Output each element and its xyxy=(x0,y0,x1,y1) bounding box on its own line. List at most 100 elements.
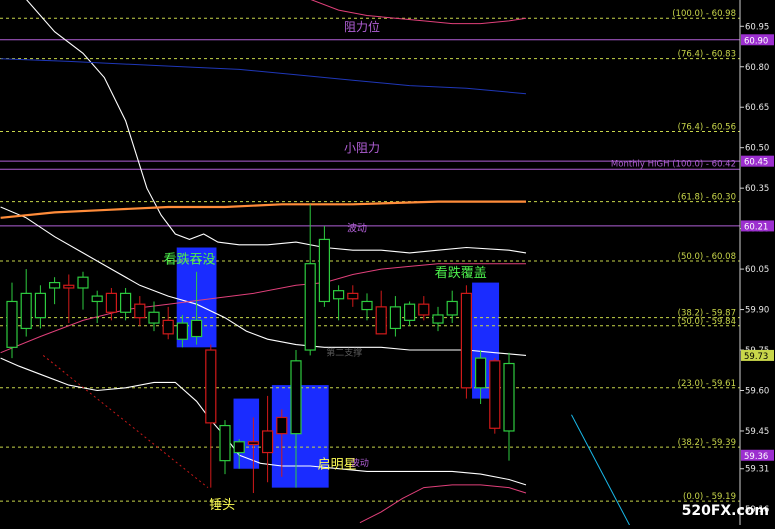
candle-body xyxy=(446,300,458,316)
candle-body xyxy=(460,292,472,389)
candle xyxy=(134,296,146,326)
price-axis-bg xyxy=(740,0,775,525)
current-price-tag-text: 59.73 xyxy=(744,352,768,362)
candle-body xyxy=(191,319,203,338)
candle xyxy=(489,358,501,434)
fib-level-label: (23.0) - 59.61 xyxy=(678,379,736,389)
candle-body xyxy=(503,362,515,432)
candle-body xyxy=(6,300,18,348)
candle-body xyxy=(276,416,288,435)
resistance-price-tag-text: 60.90 xyxy=(744,36,768,46)
price-tick-label: 59.31 xyxy=(745,465,769,475)
fib-level-label: (76.4) - 60.56 xyxy=(678,123,736,133)
candle xyxy=(347,285,359,307)
candle xyxy=(375,290,387,335)
candle-body xyxy=(262,430,274,454)
chart-canvas: (100.0) - 60.98 (76.4) - 60.83 (76.4) - 60… xyxy=(0,0,775,526)
candle xyxy=(304,204,316,356)
candle xyxy=(219,420,231,475)
candle-body xyxy=(361,300,373,311)
candle xyxy=(262,395,274,483)
price-tick-label: 60.35 xyxy=(745,184,769,194)
candle xyxy=(119,287,132,321)
candle-body xyxy=(91,295,103,303)
fib-level-label: (61.8) - 60.30 xyxy=(678,193,736,203)
pattern-annotation: 波动 xyxy=(351,457,369,469)
candle-body xyxy=(418,303,430,316)
candle xyxy=(48,277,61,305)
candle-body xyxy=(148,311,160,324)
candle-body xyxy=(304,263,316,351)
candle xyxy=(446,290,458,324)
candle-body xyxy=(247,441,259,446)
pattern-annotation: 波动 xyxy=(347,221,367,234)
candle xyxy=(34,285,47,329)
candle-body xyxy=(318,238,330,303)
band-blue-upper xyxy=(0,58,527,95)
candle xyxy=(460,285,472,399)
price-tick-label: 60.80 xyxy=(745,63,769,73)
candle-body xyxy=(63,284,75,289)
candle-body xyxy=(375,306,387,335)
ma-orange-line xyxy=(0,200,526,219)
fib-level-label: (50.0) - 59.84 xyxy=(678,317,736,327)
price-tick-label: 60.95 xyxy=(745,22,769,32)
candle-body xyxy=(489,360,501,429)
trendline-red-dotted xyxy=(42,355,209,489)
candle-body xyxy=(20,292,32,330)
candle xyxy=(404,301,416,326)
fib-level-label: (50.0) - 60.08 xyxy=(678,252,736,262)
candle-body xyxy=(333,290,345,300)
candle-body xyxy=(105,292,118,313)
trendline-cyan xyxy=(571,414,631,526)
candle-body xyxy=(219,424,231,462)
ma-white-bottom-line xyxy=(0,357,527,486)
candle-body xyxy=(404,303,416,321)
resistance-price-tag-text: 60.21 xyxy=(744,222,768,232)
candle xyxy=(63,274,75,324)
pattern-annotation: 看跌吞没 xyxy=(163,252,215,268)
candle-body xyxy=(432,314,444,324)
fib-level-label: (0.0) - 59.19 xyxy=(683,492,736,502)
resistance-label: 阻力位 xyxy=(344,19,380,34)
candle xyxy=(77,271,89,310)
candle-body xyxy=(205,349,217,424)
candle xyxy=(361,293,373,321)
resistance-label: Monthly HIGH (100.0) - 60.42 xyxy=(611,159,736,169)
pattern-annotation: 锤头 xyxy=(209,498,235,513)
candle xyxy=(333,285,345,321)
price-tick-label: 59.45 xyxy=(745,427,769,437)
candle-body xyxy=(475,357,487,389)
price-tick-label: 60.65 xyxy=(745,103,769,113)
candle-body xyxy=(176,322,188,340)
resistance-label: 小阻力 xyxy=(344,141,380,155)
price-tick-label: 59.60 xyxy=(745,387,769,397)
band-pink-upper xyxy=(310,0,527,25)
faint-level-label: 第二支撑 xyxy=(326,346,362,358)
resistance-price-tag-text: 60.45 xyxy=(744,158,768,168)
candle xyxy=(20,269,32,337)
watermark: 520FX.com xyxy=(681,503,769,519)
candle xyxy=(418,296,430,321)
candle-body xyxy=(233,441,245,454)
candle xyxy=(389,296,401,337)
candle-body xyxy=(290,360,302,435)
fib-level-label: (100.0) - 60.98 xyxy=(672,9,736,19)
candle-body xyxy=(48,281,61,289)
candle-body xyxy=(389,306,401,330)
resistance-price-tag-text: 59.36 xyxy=(744,452,768,462)
fib-level-label: (76.4) - 60.83 xyxy=(678,50,736,60)
price-tick-label: 60.50 xyxy=(745,144,769,154)
candle xyxy=(318,225,330,307)
pattern-annotation: 看跌覆盖 xyxy=(435,265,487,281)
candle xyxy=(503,352,515,461)
candlestick-chart: (100.0) - 60.98 (76.4) - 60.83 (76.4) - 60… xyxy=(0,0,775,526)
candle xyxy=(105,287,118,321)
candle-body xyxy=(134,303,146,319)
candle-body xyxy=(162,319,174,335)
candle xyxy=(205,344,217,488)
fib-level-label: (38.2) - 59.39 xyxy=(678,438,736,448)
candle-body xyxy=(119,292,132,313)
price-tick-label: 59.90 xyxy=(745,306,769,316)
band-pink-lower xyxy=(359,484,527,524)
